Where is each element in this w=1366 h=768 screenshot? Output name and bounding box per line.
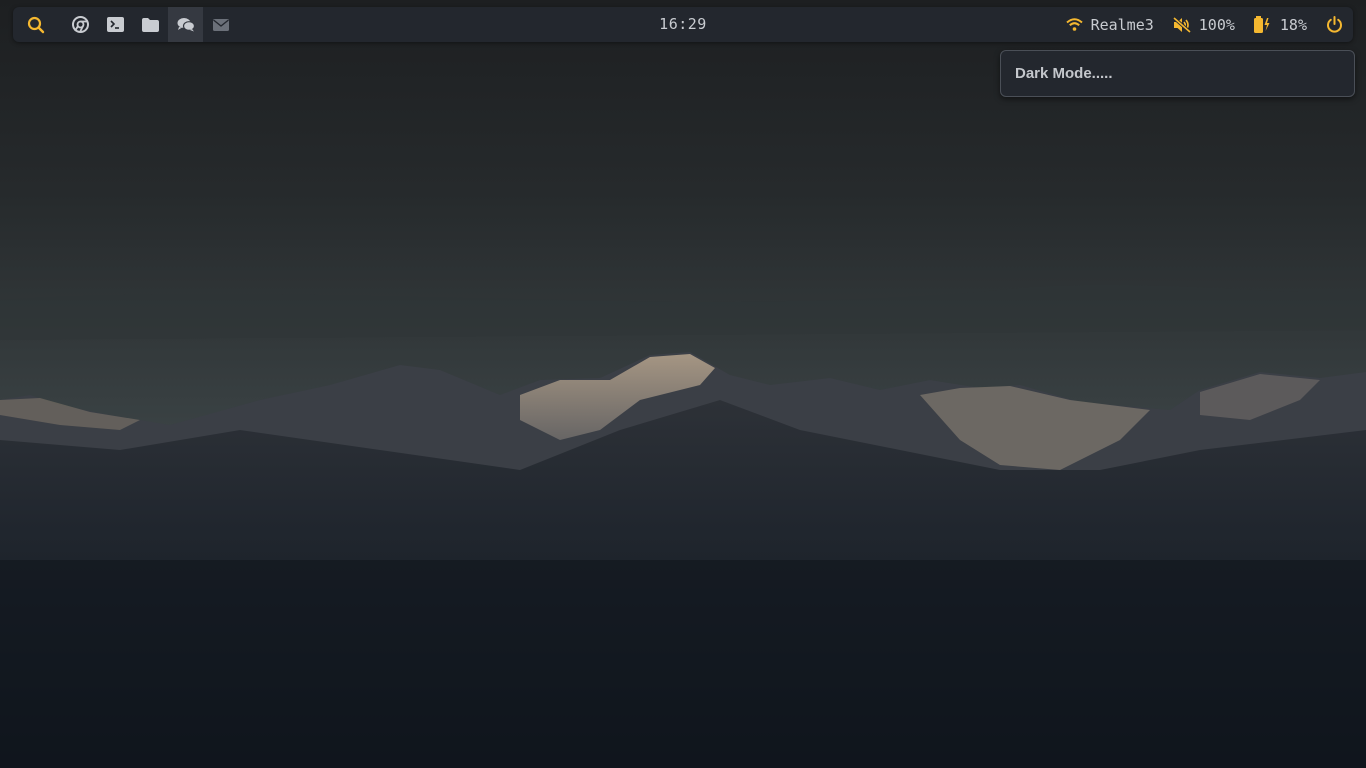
- chrome-icon: [72, 16, 89, 33]
- chat-icon: [177, 18, 195, 32]
- wifi-icon: [1065, 18, 1083, 31]
- status-area: Realme3 100% 18%: [1065, 7, 1343, 42]
- power-button[interactable]: [1326, 7, 1343, 42]
- search-icon: [27, 16, 45, 33]
- battery-level: 18%: [1279, 15, 1307, 34]
- volume-indicator[interactable]: 100%: [1172, 7, 1235, 42]
- wifi-indicator[interactable]: Realme3: [1065, 7, 1154, 42]
- terminal-launcher-button[interactable]: [98, 7, 133, 42]
- top-panel: 16:29 Realme3 100% 18%: [13, 7, 1353, 42]
- battery-indicator[interactable]: 18%: [1253, 7, 1307, 42]
- chrome-launcher-button[interactable]: [63, 7, 98, 42]
- wifi-network-name: Realme3: [1090, 15, 1154, 34]
- chat-launcher-button[interactable]: [168, 7, 203, 42]
- files-launcher-button[interactable]: [133, 7, 168, 42]
- folder-icon: [142, 17, 159, 32]
- mail-icon: [212, 18, 229, 31]
- volume-level: 100%: [1198, 15, 1235, 34]
- terminal-icon: [107, 17, 124, 32]
- mail-launcher-button[interactable]: [203, 7, 238, 42]
- battery-charging-icon: [1253, 16, 1270, 33]
- power-icon: [1327, 16, 1342, 33]
- desktop-wallpaper: [0, 0, 1366, 768]
- search-button[interactable]: [19, 7, 53, 42]
- notification-popup[interactable]: Dark Mode.....: [1000, 50, 1355, 97]
- volume-muted-icon: [1172, 16, 1191, 33]
- notification-text: Dark Mode.....: [1015, 65, 1113, 82]
- launcher-group: [13, 7, 238, 42]
